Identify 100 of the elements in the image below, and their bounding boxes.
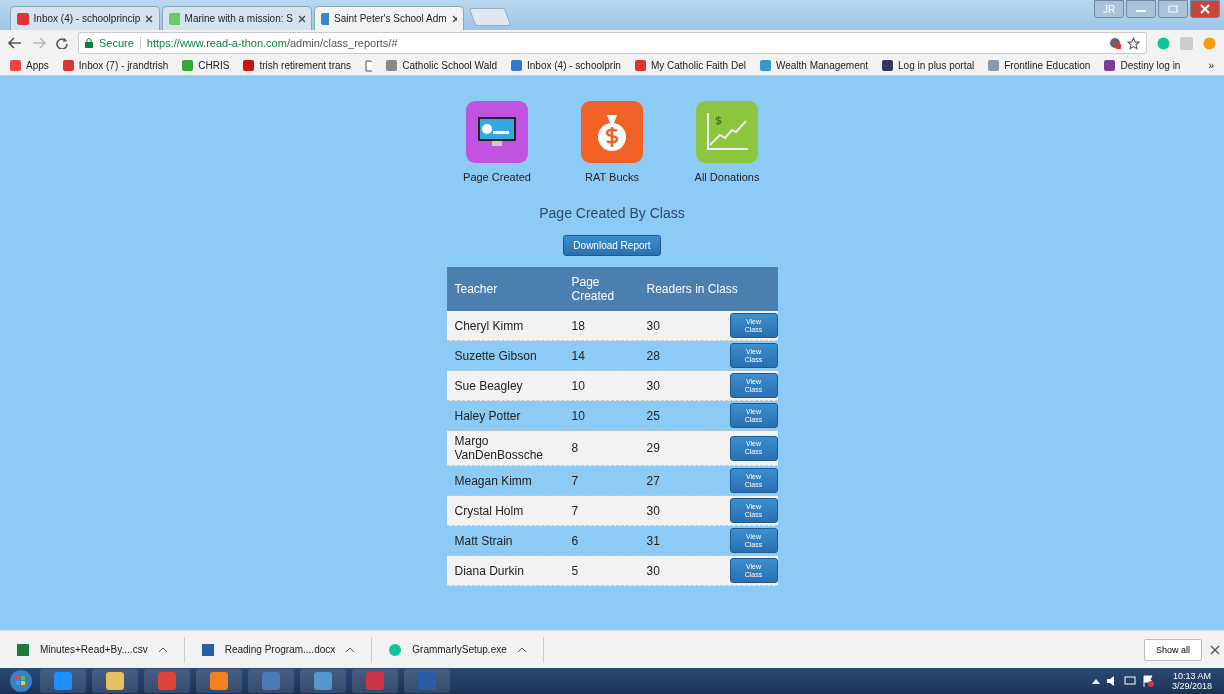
address-bar[interactable]: Secure https://www.read-a-thon.com/admin/class_reports/# [78, 32, 1147, 54]
bookmark-link[interactable]: Inbox (4) - schoolprin [511, 60, 621, 71]
teacher-cell-text: Meagan Kimm [453, 472, 533, 490]
download-item[interactable]: Minutes+Read+By....csv [0, 636, 185, 663]
site-icon [759, 60, 771, 71]
site-icon [386, 60, 398, 71]
star-icon[interactable] [1127, 36, 1140, 50]
taskbar-app-icon[interactable] [92, 669, 138, 693]
translate-icon[interactable] [1109, 37, 1121, 49]
browser-tab[interactable]: Marine with a mission: S [162, 6, 312, 30]
pages-cell-text: 7 [570, 502, 580, 520]
caret-icon[interactable] [345, 646, 356, 653]
site-icon [182, 60, 194, 71]
start-button[interactable] [8, 669, 34, 693]
rising-chart-icon [696, 101, 758, 163]
bookmark-link[interactable]: Apps [10, 60, 49, 71]
taskbar-app-icon[interactable] [300, 669, 346, 693]
document-icon [200, 642, 215, 657]
bookmark-link[interactable]: My Catholic Faith Del [634, 60, 746, 71]
download-item[interactable]: Reading Program....docx [184, 636, 373, 663]
reload-icon[interactable] [56, 37, 68, 49]
bookmark-link[interactable]: Frontline Education [988, 60, 1091, 71]
readers-cell-text: 30 [646, 562, 660, 580]
pages-cell-text: 8 [570, 440, 580, 457]
browser-tab[interactable]: Inbox (4) - schoolprincip [10, 6, 160, 30]
tray-arrow-icon[interactable] [1091, 678, 1100, 684]
teacher-cell-text: Suzette Gibson [453, 347, 538, 365]
site-icon [511, 60, 522, 71]
column-header: Teacher [453, 282, 499, 296]
download-report-button[interactable]: Download Report [563, 235, 661, 256]
teacher-cell-text: Cheryl Kimm [453, 317, 525, 335]
pages-cell-text: 18 [570, 317, 586, 335]
tab-title: Marine with a mission: S [184, 13, 293, 24]
site-icon [10, 60, 21, 71]
readers-cell-text: 27 [646, 472, 660, 490]
bookmark-link[interactable]: trish retirement trans [243, 60, 352, 71]
readers-cell-text: 28 [646, 347, 660, 365]
report-tile[interactable]: RAT Bucks [573, 101, 651, 183]
report-tile[interactable]: Page Created [458, 101, 536, 183]
bookmark-link[interactable]: CHRIS [182, 60, 230, 71]
bookmark-link[interactable]: Destiny log in [1104, 60, 1181, 71]
readers-cell-text: 29 [646, 440, 660, 457]
secure-label: Secure [99, 37, 134, 49]
money-bag-icon [581, 101, 643, 163]
bookmark-link[interactable]: Inbox (7) - jrandtrish [62, 60, 169, 71]
site-icon [62, 60, 74, 71]
flag-icon[interactable] [1141, 675, 1154, 687]
page-icon[interactable] [365, 59, 373, 72]
network-icon[interactable] [1123, 675, 1136, 687]
download-item[interactable]: GrammarlySetup.exe [372, 636, 544, 663]
browser-tab[interactable]: Saint Peter's School Adm [314, 6, 464, 30]
back-icon[interactable] [8, 37, 22, 49]
teacher-cell-text: Crystal Holm [453, 502, 525, 520]
site-icon [988, 60, 1000, 71]
readers-cell-text: 30 [646, 317, 660, 335]
url-text: https://www.read-a-thon.com/admin/class_reports/# [146, 37, 398, 49]
teacher-cell-text: Matt Strain [453, 532, 514, 550]
bookmark-link[interactable]: Wealth Management [759, 60, 869, 71]
site-icon [1104, 60, 1116, 71]
site-icon [17, 12, 29, 25]
more-bookmarks[interactable]: » [1208, 60, 1214, 71]
clock[interactable]: 10:13 AM 3/29/2018 [1159, 671, 1224, 691]
teacher-cell-text: Diana Durkin [453, 562, 525, 580]
maximize-button[interactable] [1158, 0, 1188, 18]
report-tile[interactable]: All Donations [688, 101, 766, 183]
readers-cell-text: 30 [646, 377, 660, 395]
taskbar-app-icon[interactable] [196, 669, 242, 693]
tab-title: Saint Peter's School Adm [334, 13, 447, 24]
tab-title: Inbox (4) - schoolprincip [33, 13, 141, 24]
site-icon [634, 60, 646, 71]
teacher-cell-text: Sue Beagley [453, 377, 524, 395]
close-button[interactable] [1190, 0, 1220, 18]
teacher-cell-text: Margo VanDenBossche [453, 433, 544, 464]
show-all-button[interactable]: Show all [1143, 638, 1202, 661]
pages-cell-text: 10 [570, 377, 586, 395]
circle-logo-icon [388, 642, 403, 657]
site-icon [243, 60, 255, 71]
caret-icon[interactable] [157, 646, 168, 653]
site-icon [169, 12, 180, 25]
column-header: Page Created [570, 275, 616, 303]
pages-cell-text: 14 [570, 347, 586, 365]
bookmark-link[interactable]: Log in plus portal [882, 60, 975, 71]
pages-cell-text: 6 [570, 532, 580, 550]
column-header: Readers in Class [645, 282, 739, 296]
taskbar-app-icon[interactable] [40, 669, 86, 693]
bookmark-link[interactable]: Catholic School Wald [386, 60, 497, 71]
readers-cell-text: 25 [646, 407, 660, 425]
report-heading: Page Created By Class [539, 205, 685, 221]
document-icon [16, 642, 30, 657]
teacher-cell-text: Haley Potter [453, 407, 522, 425]
pages-cell-text: 7 [570, 472, 580, 490]
monitor-icon [466, 101, 528, 163]
lock-icon [85, 38, 93, 48]
readers-cell-text: 31 [646, 532, 660, 550]
pages-cell-text: 5 [570, 562, 580, 580]
readers-cell-text: 30 [646, 502, 660, 520]
minimize-button[interactable] [1126, 0, 1156, 18]
restore-icon [1168, 5, 1178, 13]
site-icon [321, 12, 330, 25]
caret-icon[interactable] [516, 646, 527, 653]
